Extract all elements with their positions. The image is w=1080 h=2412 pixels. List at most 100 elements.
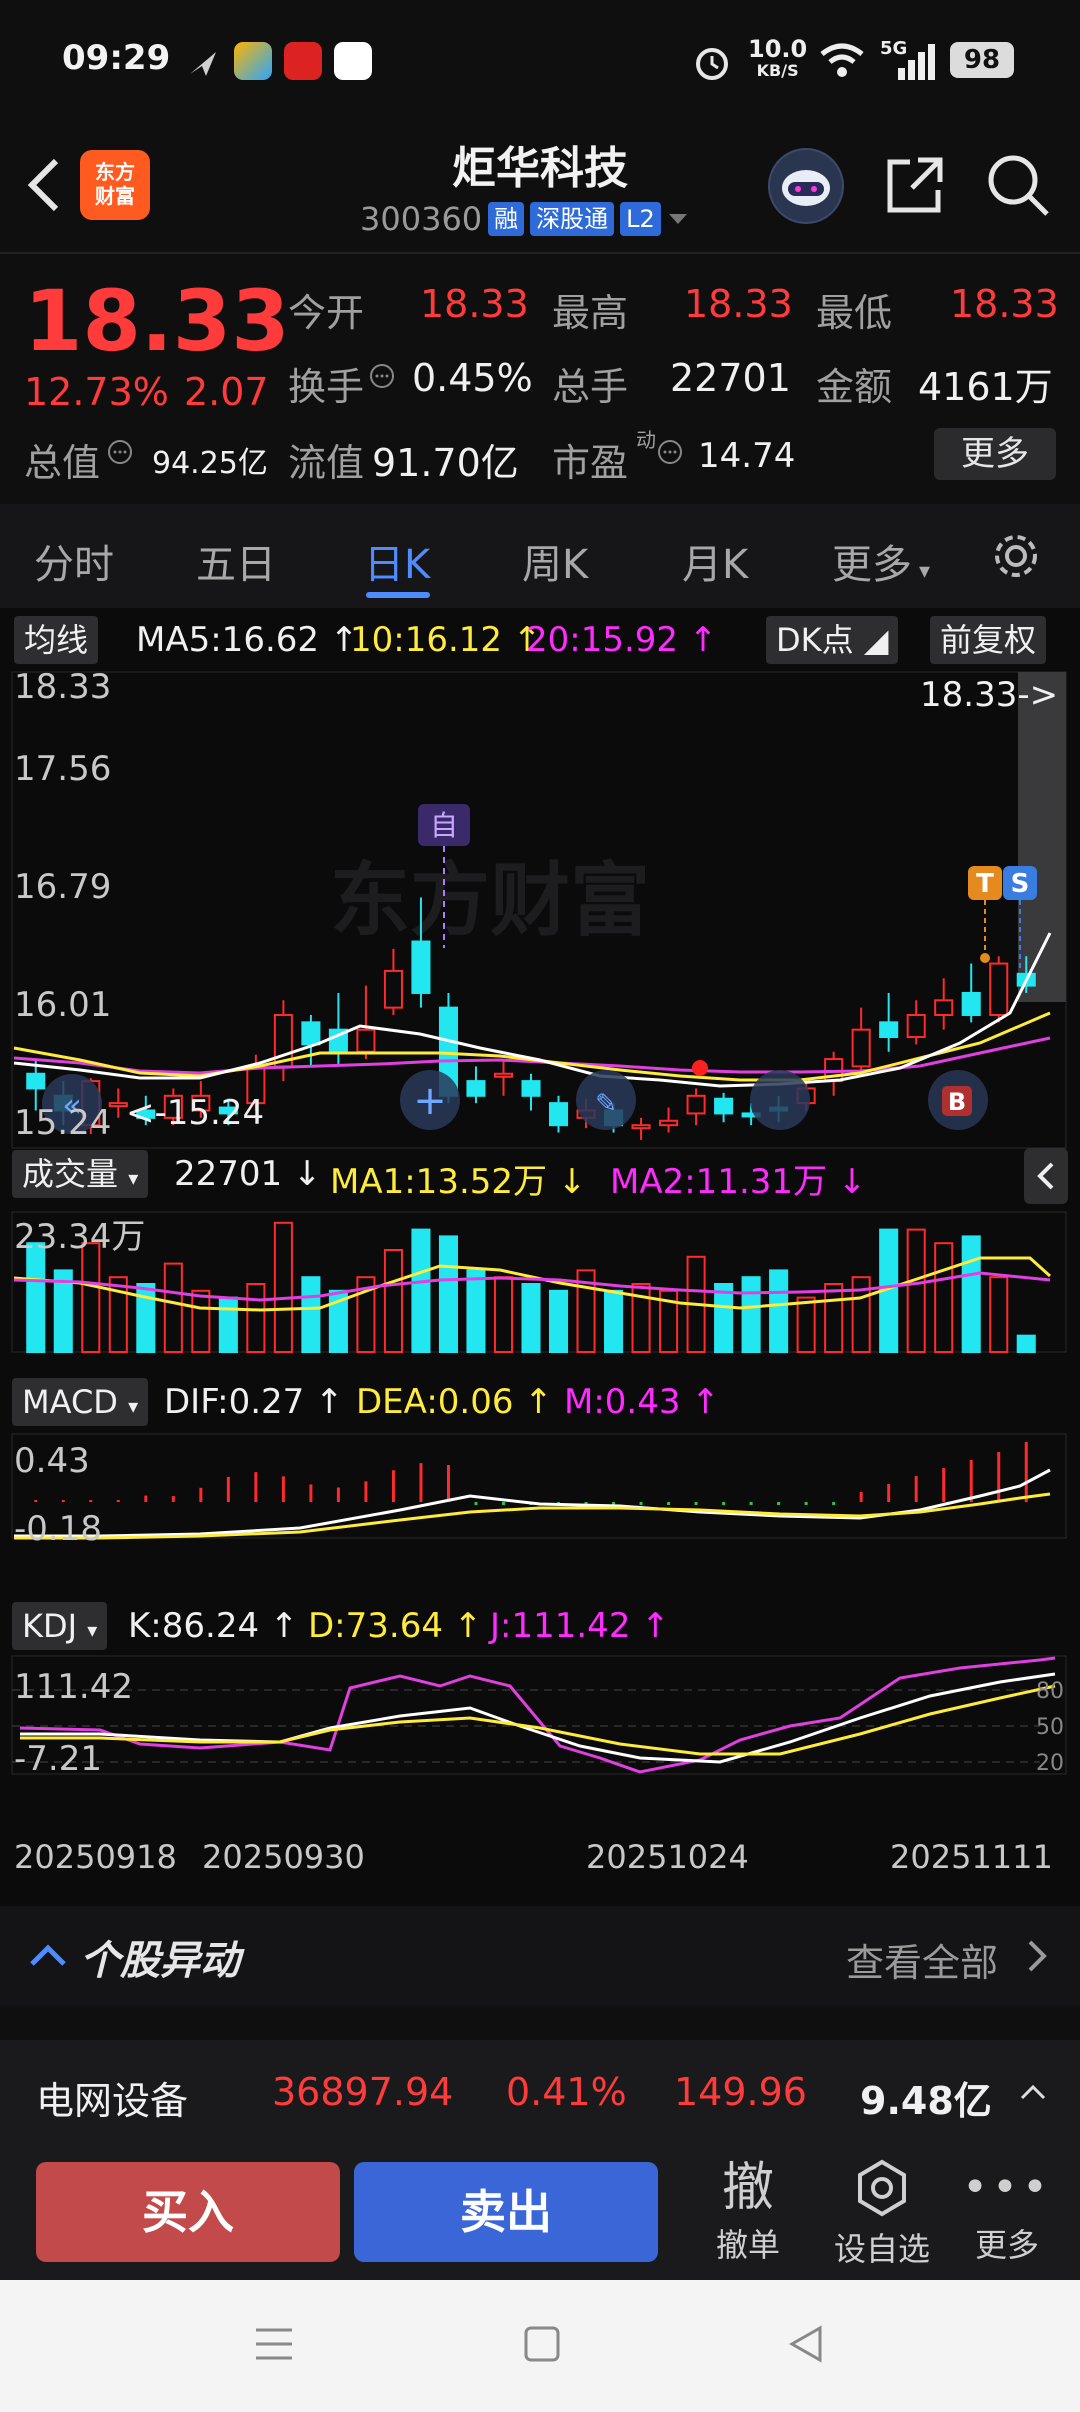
dk-point-toggle[interactable]: DK点 ◢ <box>766 616 899 664</box>
volume-bar <box>824 1283 844 1353</box>
cancel-order-icon: 撤 <box>721 2158 774 2218</box>
dea-line <box>14 1492 1051 1540</box>
volume-bar <box>604 1289 624 1353</box>
add-watchlist-button[interactable]: 设自选 <box>822 2156 942 2270</box>
pe-superscript: 动 <box>636 428 656 452</box>
kdj-level-20: 20 <box>1036 1751 1064 1776</box>
cancel-order-label: 撤单 <box>715 2226 780 2264</box>
alert-title: 个股异动 <box>80 1938 240 1984</box>
macd-indicator-selector[interactable]: MACD ▾ <box>12 1378 149 1426</box>
macd-top-label: 0.43 <box>14 1441 90 1481</box>
macd-histogram <box>34 1442 1028 1505</box>
volume-bar <box>246 1283 266 1353</box>
status-time: 09:29 <box>62 38 171 78</box>
change-pct: 12.73% <box>24 370 169 414</box>
tab-five-day[interactable]: 五日 <box>196 532 276 590</box>
kdj-level-80: 80 <box>1036 1679 1064 1704</box>
candle-body <box>631 1124 651 1130</box>
sector-ticker[interactable]: 电网设备 36897.94 0.41% 149.96 9.48亿 <box>0 2040 1080 2144</box>
view-all-link[interactable]: 查看全部 <box>846 1932 998 1987</box>
tab-weekly-k[interactable]: 周K <box>522 532 588 590</box>
active-tab-indicator <box>366 592 430 598</box>
kdj-indicator-selector[interactable]: KDJ ▾ <box>12 1602 108 1650</box>
ma-selector[interactable]: 均线 <box>14 616 99 664</box>
app-notify-icon <box>284 42 322 80</box>
draw-icon: ✎ <box>595 1089 617 1119</box>
status-bar: 09:29 10.0 KB/S 5G 98 <box>0 0 1080 120</box>
app-notify-icon <box>234 42 272 80</box>
ma20-value: 20:15.92 ↑ <box>526 620 718 660</box>
volume-bar <box>493 1276 514 1354</box>
stock-code-line[interactable]: 300360 融 深股通 L2 <box>360 200 689 238</box>
more-actions-button[interactable]: ••• 更多 <box>952 2156 1062 2266</box>
date-label: 20251111 <box>890 1838 1053 1876</box>
tab-more[interactable]: 更多 ▾ <box>832 532 930 590</box>
stock-alert-bar[interactable]: 个股异动 查看全部 <box>0 1906 1080 2006</box>
b-marker-text: B <box>948 1088 966 1116</box>
net-speed-unit: KB/S <box>756 61 799 80</box>
share-icon[interactable] <box>882 152 948 218</box>
wifi-icon <box>820 43 864 77</box>
candle-body <box>356 1028 376 1053</box>
chevron-up-icon[interactable] <box>1018 2082 1048 2102</box>
candle-body <box>906 1013 926 1039</box>
info-icon[interactable] <box>656 438 684 466</box>
m-value: M:0.43 ↑ <box>564 1382 720 1422</box>
volume-bar <box>438 1235 458 1354</box>
sector-change: 149.96 <box>674 2070 807 2114</box>
search-icon[interactable] <box>985 152 1051 218</box>
tab-intraday[interactable]: 分时 <box>34 532 114 590</box>
adjust-mode-button[interactable]: 前复权 <box>930 616 1047 664</box>
kdj-bottom-label: -7.21 <box>14 1739 102 1779</box>
volume-indicator-selector[interactable]: 成交量 ▾ <box>12 1150 149 1198</box>
high-label: 最高 <box>552 291 629 335</box>
info-icon[interactable] <box>368 362 396 390</box>
sector-value: 36897.94 <box>272 2070 454 2114</box>
stock-code: 300360 <box>360 200 483 238</box>
current-price: 18.33 <box>24 272 290 370</box>
ai-assistant-icon[interactable] <box>768 148 844 224</box>
candle-body <box>961 991 981 1016</box>
candle-body <box>989 962 1009 1016</box>
quote-more-button[interactable]: 更多 <box>934 428 1056 480</box>
t-marker-text: T <box>976 869 994 899</box>
candle-body <box>548 1102 569 1127</box>
macd-bottom-label: -0.18 <box>14 1509 102 1549</box>
menu-icon[interactable] <box>254 2324 294 2364</box>
buy-button[interactable]: 买入 <box>36 2162 340 2262</box>
ma5-value: MA5:16.62 ↑ <box>136 620 359 660</box>
hexagon-star-icon <box>858 2159 906 2217</box>
candle-body <box>851 1028 871 1068</box>
dea-value: DEA:0.06 ↑ <box>356 1382 553 1422</box>
float-label: 流值 <box>288 441 365 485</box>
tab-monthly-k[interactable]: 月K <box>682 532 748 590</box>
sector-name: 电网设备 <box>36 2079 189 2123</box>
tag-l2: L2 <box>620 202 661 236</box>
candle-body <box>686 1094 706 1115</box>
volume-bar <box>81 1242 101 1354</box>
volume-bar <box>301 1276 321 1354</box>
volume-label: 总手 <box>552 365 629 409</box>
kdj-panel-frame <box>11 1655 1067 1775</box>
gear-icon[interactable] <box>990 530 1042 582</box>
volume-bar <box>714 1283 734 1353</box>
tab-daily-k[interactable]: 日K <box>364 532 430 590</box>
candle-body <box>934 999 954 1016</box>
vol-value: 22701 ↓ <box>174 1154 322 1194</box>
home-icon[interactable] <box>522 2324 562 2364</box>
high-value: 18.33 <box>684 282 793 326</box>
cancel-order-button[interactable]: 撤 撤单 <box>688 2156 808 2266</box>
volume-bar <box>906 1228 926 1353</box>
volume-bar <box>521 1283 541 1353</box>
volume-bar <box>961 1235 981 1354</box>
sell-button[interactable]: 卖出 <box>354 2162 658 2262</box>
more-dots-icon: ••• <box>962 2162 1052 2213</box>
volume-bar <box>934 1242 954 1354</box>
chevron-right-icon <box>1028 1940 1047 1972</box>
back-nav-icon[interactable] <box>786 2324 826 2364</box>
volume-bar <box>989 1276 1009 1354</box>
ma10-value: 10:16.12 ↑ <box>350 620 542 660</box>
alarm-icon <box>696 48 728 80</box>
collapse-panel-button[interactable] <box>1024 1148 1068 1204</box>
info-icon[interactable] <box>106 438 134 466</box>
